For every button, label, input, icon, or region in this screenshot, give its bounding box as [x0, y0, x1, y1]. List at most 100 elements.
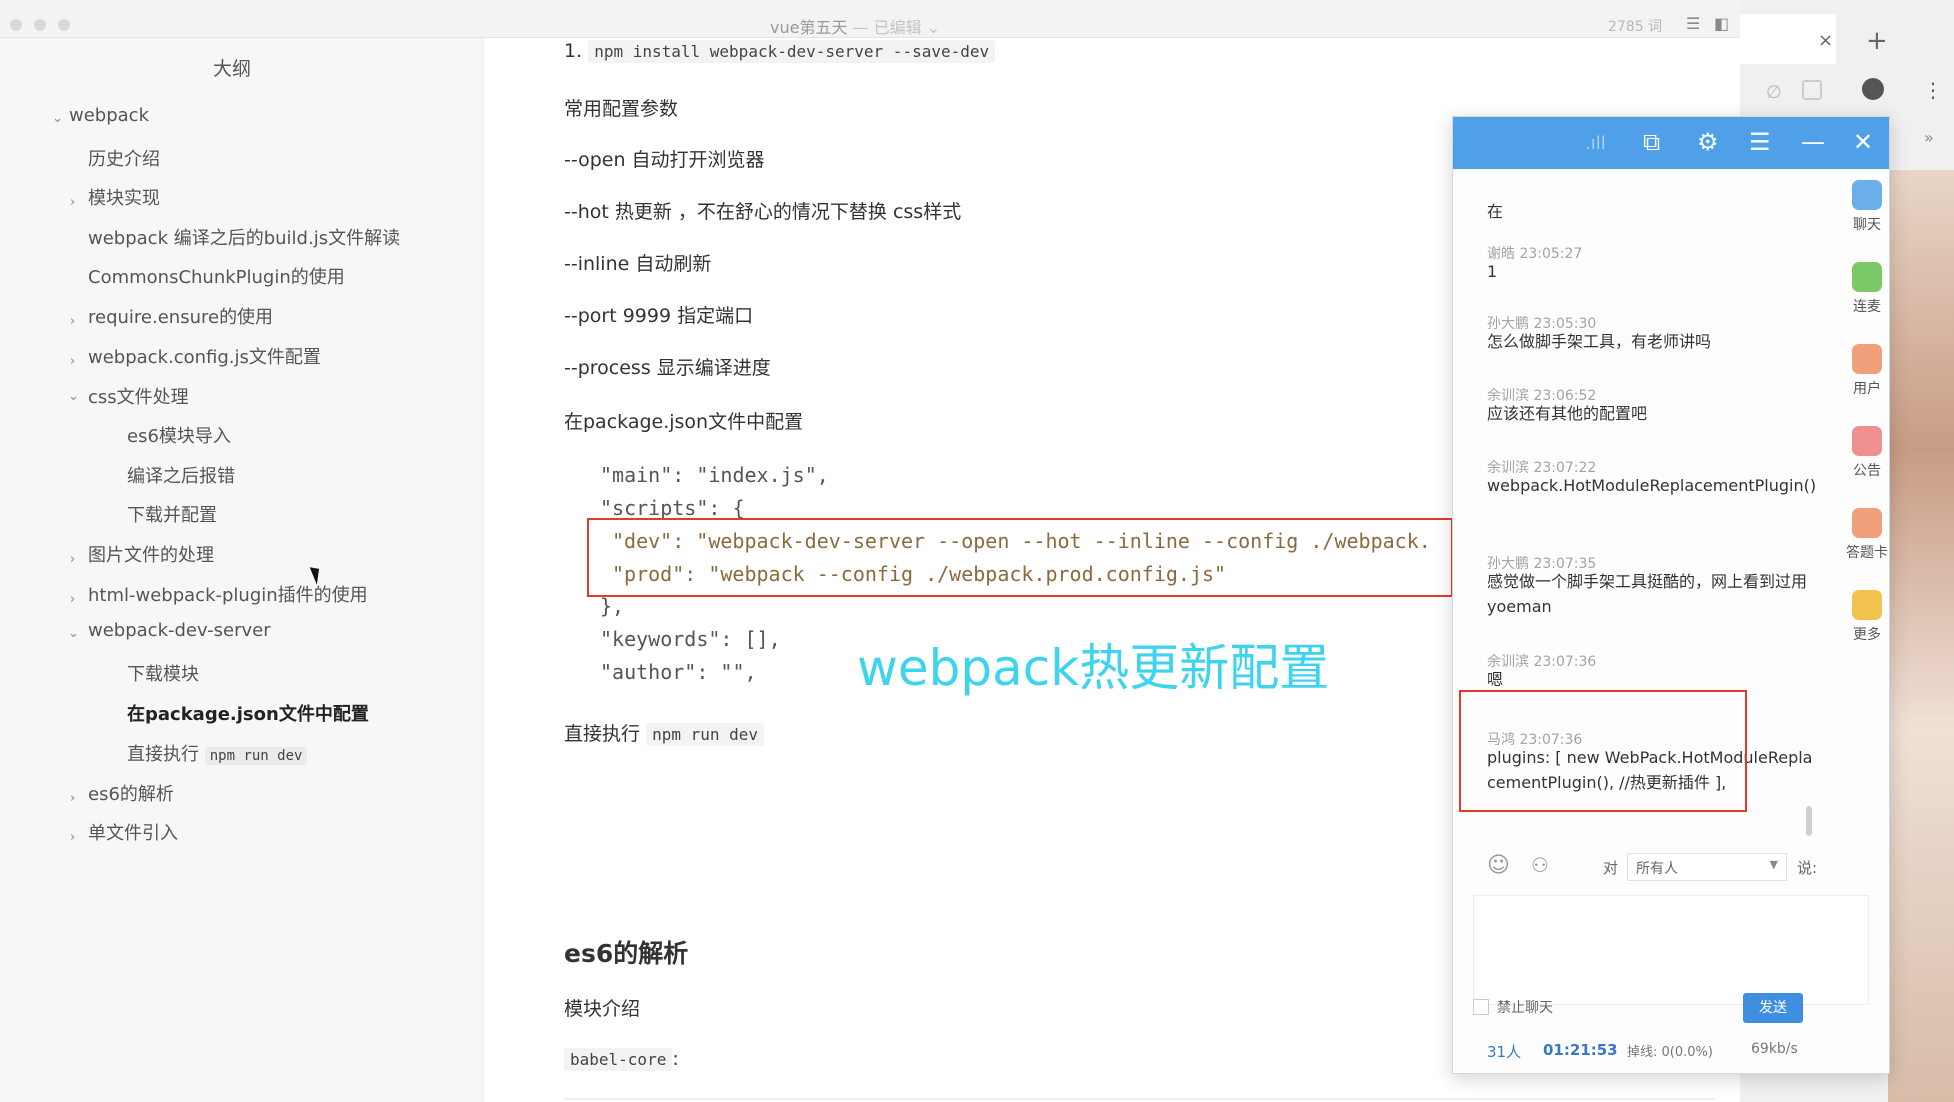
outline-item-code: npm run dev [204, 747, 308, 765]
chat-header: .ıll ⧉ ⚙ ☰ — ✕ [1453, 117, 1889, 169]
rail-item[interactable]: 更多 [1844, 590, 1890, 644]
outline-item-label: html-webpack-plugin插件的使用 [88, 585, 368, 606]
outline-item-label: CommonsChunkPlugin的使用 [88, 267, 345, 288]
app-titlebar: vue第五天 — 已编辑 ⌄ 2785 词 ☰ ◧ [0, 0, 1740, 38]
chevron-right-icon[interactable]: › [70, 314, 75, 329]
outline-item[interactable]: 模块实现 [88, 184, 160, 210]
outline-item-label: es6模块导入 [127, 426, 231, 447]
bookmarks-overflow-icon[interactable]: » [1924, 128, 1934, 147]
close-icon[interactable]: ✕ [1853, 128, 1873, 156]
install-command: npm install webpack-dev-server --save-de… [588, 40, 996, 63]
settings-gear-icon[interactable]: ⚙ [1697, 128, 1719, 156]
outline-item[interactable]: 单文件引入 [88, 819, 178, 845]
outline-item[interactable]: webpack [69, 105, 149, 126]
list-view-icon[interactable]: ☰ [1686, 14, 1700, 33]
menu-icon[interactable]: ☰ [1749, 128, 1771, 156]
chat-message-list[interactable]: 在 谢皓 23:05:27 1 孙大鹏 23:05:30 怎么做脚手架工具，有老… [1453, 169, 1823, 959]
rail-item[interactable]: 连麦 [1844, 262, 1890, 316]
video-overlay-title: webpack热更新配置 [857, 639, 1330, 697]
outline-item[interactable]: 历史介绍 [88, 145, 160, 171]
recipient-value: 所有人 [1636, 861, 1678, 877]
highlight-box-scripts [587, 518, 1453, 597]
params-title: 常用配置参数 [564, 98, 679, 120]
chevron-right-icon[interactable]: › [70, 592, 75, 607]
outline-item[interactable]: webpack.config.js文件配置 [88, 343, 321, 369]
chevron-down-icon[interactable]: ⌄ [52, 111, 63, 126]
code-line-keywords: "keywords": [], [600, 627, 781, 651]
document-title: vue第五天 — 已编辑 ⌄ [770, 14, 940, 38]
chat-message-text: 怎么做脚手架工具，有老师讲吗 [1487, 332, 1712, 351]
minimize-window-button[interactable] [34, 19, 46, 31]
close-window-button[interactable] [10, 19, 22, 31]
word-count[interactable]: 2785 词 [1608, 16, 1662, 36]
chat-input[interactable] [1473, 895, 1869, 1005]
chevron-right-icon[interactable]: › [70, 552, 75, 567]
window-controls[interactable] [10, 16, 82, 35]
rail-icon [1852, 426, 1882, 456]
outline-item[interactable]: require.ensure的使用 [88, 303, 273, 329]
config-in-package-text: 在package.json文件中配置 [564, 411, 804, 433]
outline-item[interactable]: webpack-dev-server [88, 620, 271, 641]
outline-item-label: require.ensure的使用 [88, 307, 274, 328]
profile-icon[interactable] [1862, 78, 1884, 100]
sidebar-title: 大纲 [212, 58, 251, 80]
chevron-right-icon[interactable]: › [70, 195, 75, 210]
send-button[interactable]: 发送 [1743, 993, 1803, 1023]
outline-item[interactable]: 直接执行 npm run dev [127, 740, 308, 766]
rail-item[interactable]: 公告 [1844, 426, 1890, 480]
outline-item[interactable]: 下载并配置 [127, 501, 217, 527]
page-icon[interactable] [1802, 80, 1822, 100]
chevron-down-icon[interactable]: ⌄ [68, 626, 79, 641]
chat-scrollbar[interactable] [1806, 806, 1812, 836]
chevron-down-icon[interactable]: ⌄ [68, 389, 79, 404]
outline-item-label: 下载模块 [127, 664, 199, 685]
outline-item[interactable]: css文件处理 [88, 383, 189, 409]
rail-item[interactable]: 答题卡 [1844, 508, 1890, 562]
mention-user-icon[interactable]: ⚇ [1531, 853, 1549, 877]
outline-item[interactable]: 图片文件的处理 [88, 541, 214, 567]
rail-item[interactable]: 用户 [1844, 344, 1890, 398]
chat-message-text: webpack.HotModuleReplacementPlugin() [1487, 476, 1817, 495]
outline-item-label: 编译之后报错 [127, 466, 235, 487]
module-intro-text: 模块介绍 [564, 998, 641, 1020]
minimize-icon[interactable]: — [1801, 128, 1825, 156]
outline-item[interactable]: es6的解析 [88, 780, 174, 806]
browser-menu-icon[interactable]: ⋮ [1923, 78, 1943, 102]
chat-message-text: 1 [1487, 262, 1498, 281]
chevron-right-icon[interactable]: › [70, 354, 75, 369]
recipient-select[interactable]: 所有人 ▼ [1627, 853, 1787, 881]
rail-item[interactable]: 聊天 [1844, 180, 1890, 234]
outline-item[interactable]: 下载模块 [127, 660, 199, 686]
edited-status[interactable]: — 已编辑 ⌄ [853, 18, 941, 37]
document-name: vue第五天 [770, 18, 848, 37]
popout-icon[interactable]: ⧉ [1643, 128, 1660, 156]
install-step: 1. npm install webpack-dev-server --save… [564, 40, 996, 63]
outline-item[interactable]: es6模块导入 [127, 422, 231, 448]
chevron-down-icon: ▼ [1769, 858, 1778, 871]
close-tab-icon[interactable]: × [1818, 30, 1833, 51]
outline-item[interactable]: html-webpack-plugin插件的使用 [88, 581, 368, 607]
outline-item[interactable]: 编译之后报错 [127, 462, 235, 488]
new-tab-icon[interactable]: + [1866, 26, 1888, 56]
to-label: 对 [1603, 859, 1619, 877]
rail-label: 用户 [1853, 381, 1881, 397]
outline-item[interactable]: 在package.json文件中配置 [127, 700, 369, 726]
install-step-number: 1. [564, 40, 583, 62]
outline-item-label: 单文件引入 [88, 823, 178, 844]
chat-toolbar: ☺ ⚇ 对 所有人 ▼ 说: [1453, 847, 1889, 887]
outline-item[interactable]: webpack 编译之后的build.js文件解读 [88, 224, 400, 250]
emoji-icon[interactable]: ☺ [1487, 853, 1510, 878]
mute-checkbox[interactable] [1473, 999, 1489, 1015]
extension-icon[interactable]: ∅ [1766, 82, 1782, 103]
chevron-right-icon[interactable]: › [70, 830, 75, 845]
code-line-scripts: "scripts": { [600, 496, 745, 520]
zoom-window-button[interactable] [58, 19, 70, 31]
sidebar-toggle-icon[interactable]: ◧ [1714, 14, 1729, 33]
outline-item-label: 直接执行 [127, 744, 199, 765]
outline-item[interactable]: CommonsChunkPlugin的使用 [88, 263, 345, 289]
run-line: 直接执行 npm run dev [564, 719, 765, 746]
outline-item-label: 图片文件的处理 [88, 545, 214, 566]
outline-item-label: 历史介绍 [88, 149, 160, 170]
chevron-right-icon[interactable]: › [70, 791, 75, 806]
outline-item-label: webpack [69, 105, 149, 126]
